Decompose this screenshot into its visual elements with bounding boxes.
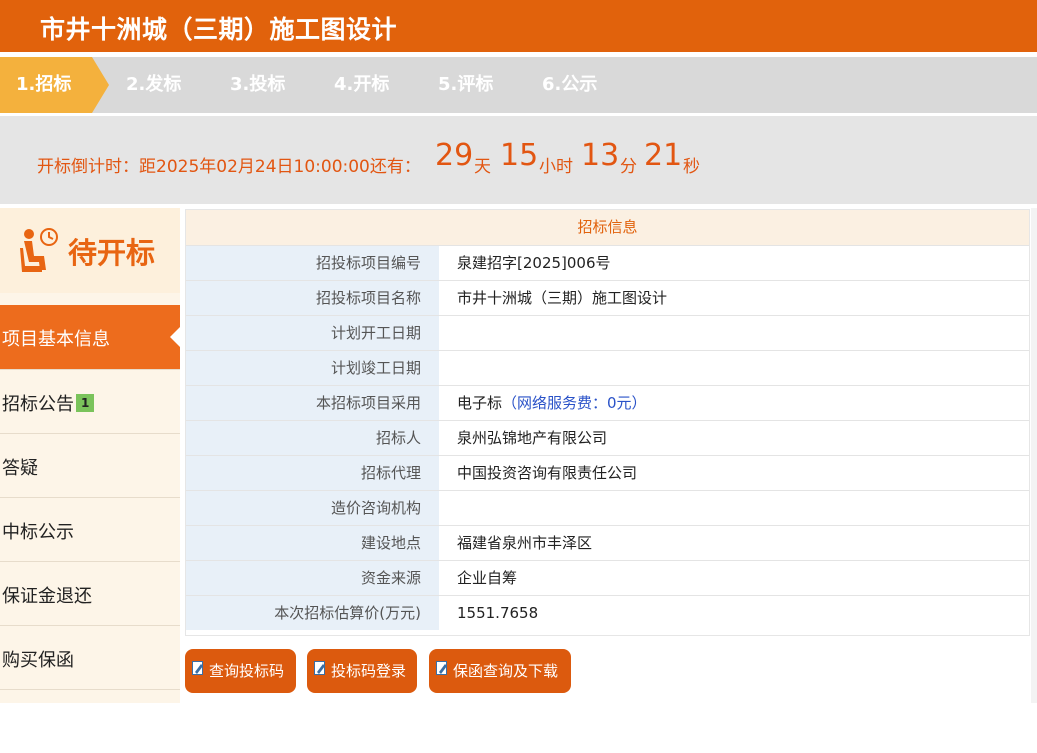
countdown-seconds: 21 <box>644 138 683 173</box>
info-row: 招标人 泉州弘锦地产有限公司 <box>186 420 1029 455</box>
sidebar-divider <box>0 689 180 753</box>
info-key: 计划开工日期 <box>186 316 439 350</box>
sidebar-item-label: 招标公告 <box>2 394 74 415</box>
sidebar-item-label: 购买保函 <box>2 650 74 671</box>
panel-title: 招标信息 <box>186 210 1029 245</box>
info-key: 造价咨询机构 <box>186 491 439 525</box>
countdown-minutes: 13 <box>581 138 620 173</box>
query-bid-code-button[interactable]: 查询投标码 <box>185 649 296 693</box>
info-row: 计划竣工日期 <box>186 350 1029 385</box>
service-fee-note: （网络服务费：0元） <box>502 394 647 412</box>
info-key: 计划竣工日期 <box>186 351 439 385</box>
bid-code-login-button[interactable]: 投标码登录 <box>307 649 417 693</box>
info-row: 本次招标估算价(万元) 1551.7658 <box>186 595 1029 630</box>
guarantee-query-download-button[interactable]: 保函查询及下载 <box>429 649 571 693</box>
info-row: 本招标项目采用 电子标（网络服务费：0元） <box>186 385 1029 420</box>
count-badge: 1 <box>76 394 95 412</box>
info-value: 福建省泉州市丰泽区 <box>457 534 593 552</box>
bidding-info-panel: 招标信息 招投标项目编号 泉建招字[2025]006号 招投标项目名称 市井十洲… <box>185 209 1030 636</box>
info-row: 建设地点 福建省泉州市丰泽区 <box>186 525 1029 560</box>
countdown-panel: 开标倒计时：距2025年02月24日10:00:00还有： 29 天 15 小时… <box>0 116 1037 204</box>
info-key: 本招标项目采用 <box>186 386 439 420</box>
sidebar-item-label: 答疑 <box>2 458 38 479</box>
step-4-opening[interactable]: 4.开标 <box>334 57 389 113</box>
info-row: 造价咨询机构 <box>186 490 1029 525</box>
waiting-person-icon <box>20 228 58 272</box>
top-header: 市井十洲城（三期）施工图设计 <box>0 0 1037 52</box>
step-2-issue[interactable]: 2.发标 <box>126 57 181 113</box>
countdown-hours: 15 <box>500 138 539 173</box>
info-value: 市井十洲城（三期）施工图设计 <box>457 289 668 307</box>
countdown-minutes-unit: 分 <box>620 157 637 177</box>
info-row: 计划开工日期 <box>186 315 1029 350</box>
info-key: 建设地点 <box>186 526 439 560</box>
sidebar-item-buy-guarantee[interactable]: 购买保函 <box>0 625 180 689</box>
info-value-group: 电子标（网络服务费：0元） <box>457 386 647 420</box>
info-key: 资金来源 <box>186 561 439 595</box>
info-row: 资金来源 企业自筹 <box>186 560 1029 595</box>
status-box: 待开标 <box>0 208 180 293</box>
info-key: 招标人 <box>186 421 439 455</box>
button-label: 查询投标码 <box>209 662 285 680</box>
sidebar-item-label: 保证金退还 <box>2 586 92 607</box>
info-value: 泉州弘锦地产有限公司 <box>457 429 608 447</box>
sidebar-item-label: 项目基本信息 <box>2 329 110 350</box>
step-6-publicity[interactable]: 6.公示 <box>542 57 597 113</box>
document-edit-icon <box>436 661 447 675</box>
info-row: 招投标项目名称 市井十洲城（三期）施工图设计 <box>186 280 1029 315</box>
step-5-evaluation[interactable]: 5.评标 <box>438 57 493 113</box>
countdown-seconds-unit: 秒 <box>683 157 700 177</box>
document-edit-icon <box>314 661 325 675</box>
info-value: 企业自筹 <box>457 569 518 587</box>
button-label: 保函查询及下载 <box>453 662 559 680</box>
sidebar-item-label: 中标公示 <box>2 522 74 543</box>
button-label: 投标码登录 <box>331 662 407 680</box>
sidebar-item-qa[interactable]: 答疑 <box>0 433 180 497</box>
scrollbar-track[interactable] <box>1031 208 1037 703</box>
countdown-prefix: 开标倒计时：距2025年02月24日10:00:00还有： <box>37 157 421 177</box>
sidebar-item-winner-publicity[interactable]: 中标公示 <box>0 497 180 561</box>
status-label: 待开标 <box>68 236 156 270</box>
step-3-tender[interactable]: 3.投标 <box>230 57 285 113</box>
info-key: 招标代理 <box>186 456 439 490</box>
info-value: 电子标 <box>457 394 503 412</box>
info-key: 招投标项目名称 <box>186 281 439 315</box>
info-key: 本次招标估算价(万元) <box>186 596 439 630</box>
countdown-days: 29 <box>435 138 474 173</box>
sidebar-item-project-info[interactable]: 项目基本信息 <box>0 305 180 369</box>
info-key: 招投标项目编号 <box>186 246 439 280</box>
info-row: 招标代理 中国投资咨询有限责任公司 <box>186 455 1029 490</box>
page-title: 市井十洲城（三期）施工图设计 <box>40 15 398 44</box>
info-value: 1551.7658 <box>457 604 539 622</box>
document-edit-icon <box>192 661 203 675</box>
step-progress-bar: 1.招标 2.发标 3.投标 4.开标 5.评标 6.公示 <box>0 57 1037 113</box>
countdown-days-unit: 天 <box>474 157 491 177</box>
step-1-bidding[interactable]: 1.招标 <box>0 57 109 113</box>
info-value: 中国投资咨询有限责任公司 <box>457 464 638 482</box>
info-row: 招投标项目编号 泉建招字[2025]006号 <box>186 245 1029 280</box>
countdown-hours-unit: 小时 <box>539 157 573 177</box>
sidebar-item-deposit-refund[interactable]: 保证金退还 <box>0 561 180 625</box>
sidebar-item-announcement[interactable]: 招标公告 1 <box>0 369 180 433</box>
info-value: 泉建招字[2025]006号 <box>457 254 611 272</box>
sidebar: 待开标 项目基本信息 招标公告 1 答疑 中标公示 保证金退还 购买保函 <box>0 208 180 703</box>
